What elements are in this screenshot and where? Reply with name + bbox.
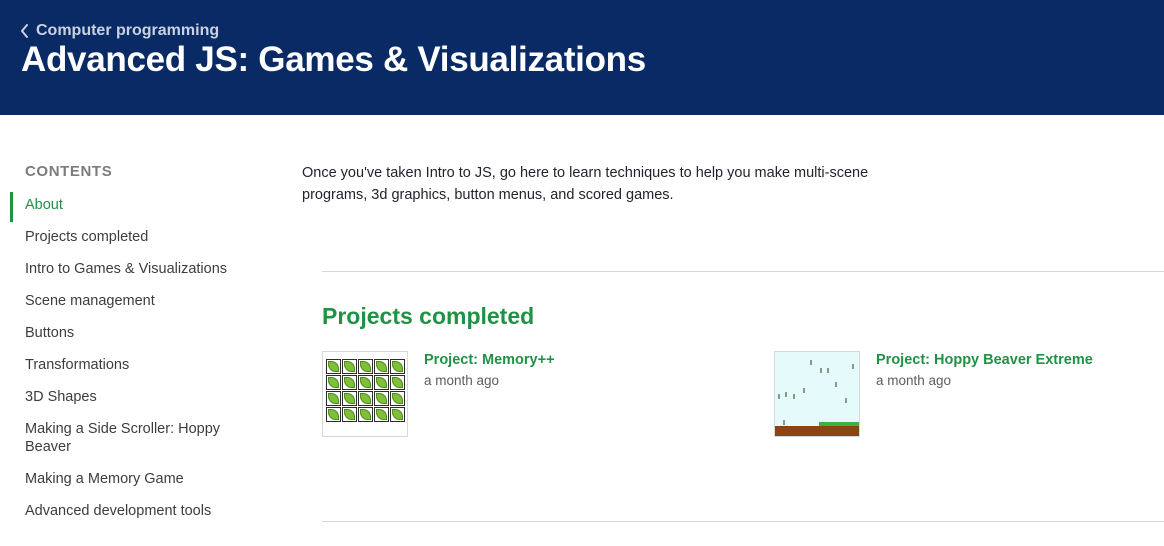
page-title: Advanced JS: Games & Visualizations: [21, 40, 646, 79]
contents-heading: CONTENTS: [25, 163, 113, 180]
leaf-icon: [376, 361, 387, 372]
memory-card: [326, 407, 341, 422]
grass-stick: [845, 398, 847, 403]
memory-card: [374, 359, 389, 374]
memory-card: [390, 375, 405, 390]
memory-card: [374, 375, 389, 390]
grass-stick: [852, 364, 854, 369]
leaf-icon: [360, 361, 371, 372]
about-description: Once you've taken Intro to JS, go here t…: [302, 165, 869, 203]
leaf-icon: [344, 393, 355, 404]
sidebar-item-about[interactable]: About: [25, 196, 245, 214]
sidebar-item-transformations[interactable]: Transformations: [25, 356, 245, 374]
leaf-icon: [328, 393, 339, 404]
leaf-icon: [392, 409, 403, 420]
page-header: Computer programming Advanced JS: Games …: [0, 0, 1164, 115]
project-title-link[interactable]: Project: Memory++: [424, 352, 555, 368]
grass-stick: [835, 382, 837, 387]
grass-stick: [785, 392, 787, 397]
leaf-icon: [392, 361, 403, 372]
grass-stick: [827, 368, 829, 373]
active-item-marker: [10, 192, 13, 222]
memory-card: [390, 407, 405, 422]
memory-card-grid: [326, 359, 405, 422]
grass-stick: [810, 360, 812, 365]
sidebar-item-side-scroller[interactable]: Making a Side Scroller: Hoppy Beaver: [25, 420, 235, 456]
sidebar-item-projects-completed[interactable]: Projects completed: [25, 228, 245, 246]
leaf-icon: [344, 361, 355, 372]
hoppy-beaver-thumbnail[interactable]: [774, 351, 860, 437]
memory-card: [374, 391, 389, 406]
sidebar-item-advanced-dev-tools[interactable]: Advanced development tools: [25, 502, 245, 520]
memory-card: [342, 407, 357, 422]
memory-card: [358, 359, 373, 374]
memory-card: [374, 407, 389, 422]
sidebar-item-memory-game[interactable]: Making a Memory Game: [25, 470, 245, 488]
leaf-icon: [328, 409, 339, 420]
sidebar-item-buttons[interactable]: Buttons: [25, 324, 245, 342]
memory-card: [326, 375, 341, 390]
memory-game-thumbnail[interactable]: [322, 351, 408, 437]
leaf-icon: [360, 409, 371, 420]
grass-stick: [778, 394, 780, 399]
section-divider: [322, 271, 1164, 272]
memory-card: [390, 391, 405, 406]
leaf-icon: [344, 409, 355, 420]
ground: [775, 426, 859, 436]
sidebar-item-3d-shapes[interactable]: 3D Shapes: [25, 388, 245, 406]
memory-card: [326, 359, 341, 374]
leaf-icon: [360, 377, 371, 388]
memory-card: [358, 391, 373, 406]
breadcrumb-label[interactable]: Computer programming: [36, 22, 219, 40]
memory-card: [342, 391, 357, 406]
project-card-memory[interactable]: Project: Memory++ a month ago: [322, 351, 555, 437]
breadcrumb[interactable]: Computer programming: [20, 22, 219, 40]
leaf-icon: [328, 377, 339, 388]
grass-stick: [820, 368, 822, 373]
leaf-icon: [376, 409, 387, 420]
sidebar-item-intro-games-visualizations[interactable]: Intro to Games & Visualizations: [25, 260, 245, 278]
memory-card: [390, 359, 405, 374]
project-timestamp: a month ago: [876, 373, 952, 388]
chevron-left-icon: [21, 24, 28, 38]
project-card-hoppy-beaver[interactable]: Project: Hoppy Beaver Extreme a month ag…: [774, 351, 1093, 437]
leaf-icon: [376, 377, 387, 388]
project-info: Project: Memory++ a month ago: [424, 351, 555, 437]
leaf-icon: [392, 377, 403, 388]
leaf-icon: [328, 361, 339, 372]
section-divider: [322, 521, 1164, 522]
leaf-icon: [376, 393, 387, 404]
project-info: Project: Hoppy Beaver Extreme a month ag…: [876, 351, 1093, 437]
project-title-link[interactable]: Project: Hoppy Beaver Extreme: [876, 352, 1093, 368]
memory-card: [342, 359, 357, 374]
grass-stick: [803, 388, 805, 393]
leaf-icon: [360, 393, 371, 404]
project-timestamp: a month ago: [424, 373, 500, 388]
memory-card: [358, 375, 373, 390]
memory-card: [326, 391, 341, 406]
grass-stick: [783, 420, 785, 425]
sidebar-item-scene-management[interactable]: Scene management: [25, 292, 245, 310]
leaf-icon: [392, 393, 403, 404]
leaf-icon: [344, 377, 355, 388]
memory-card: [358, 407, 373, 422]
memory-card: [342, 375, 357, 390]
projects-section-title: Projects completed: [322, 303, 535, 329]
grass-stick: [793, 394, 795, 399]
